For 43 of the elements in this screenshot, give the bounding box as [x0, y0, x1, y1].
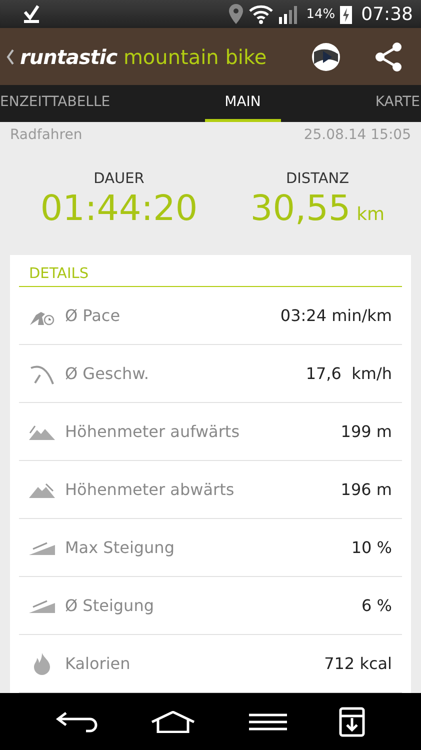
activity-type: Radfahren — [10, 127, 82, 143]
detail-value: 199 m — [340, 422, 392, 441]
detail-value: 03:24 min/km — [280, 306, 392, 325]
stat-value: 01:44:20 — [40, 189, 198, 229]
slope-icon — [29, 540, 55, 554]
home-icon[interactable] — [150, 710, 196, 732]
detail-label: Höhenmeter aufwärts — [65, 422, 241, 441]
detail-label: Kalorien — [65, 654, 132, 673]
speedometer-icon — [29, 362, 55, 384]
detail-value: 6 % — [362, 596, 392, 615]
detail-value: 17,6 km/h — [306, 364, 392, 383]
tab[interactable]: KARTE — [361, 85, 420, 122]
detail-label: Ø Pace — [65, 306, 122, 325]
wifi-icon — [248, 4, 274, 24]
detail-label: Höhenmeter abwärts — [65, 480, 236, 499]
detail-value: 712 kcal — [324, 654, 392, 673]
app-logo: runtastic mountain bike — [20, 44, 267, 68]
share-icon[interactable] — [375, 42, 403, 72]
detail-label: Ø Geschw. — [65, 364, 150, 383]
back-icon[interactable] — [6, 48, 14, 64]
location-icon — [229, 4, 244, 24]
activity-date: 25.08.14 15:05 — [304, 127, 411, 143]
stat-label: DAUER — [94, 171, 144, 187]
detail-label: Ø Steigung — [65, 596, 155, 615]
battery-percent: 14% — [306, 6, 336, 22]
battery-charging-icon — [340, 4, 352, 24]
back-nav-icon[interactable] — [56, 710, 98, 732]
mountain-up-icon — [29, 424, 55, 440]
tab[interactable]: MAIN — [204, 85, 281, 122]
play-badge-icon[interactable] — [311, 42, 341, 72]
detail-value: 196 m — [340, 480, 392, 499]
clock: 07:38 — [361, 4, 413, 24]
slope-icon — [29, 598, 55, 612]
mountain-down-icon — [29, 482, 55, 498]
detail-value: 10 % — [351, 538, 392, 557]
detail-label: Max Steigung — [65, 538, 176, 557]
menu-icon[interactable] — [248, 712, 287, 730]
details-heading: DETAILS — [19, 263, 402, 287]
download-done-icon — [22, 4, 42, 24]
stat-value: 30,55 km — [250, 189, 385, 229]
download-box-icon[interactable] — [338, 706, 365, 736]
tab[interactable]: ENZEITTABELLE — [0, 85, 124, 122]
stat-label: DISTANZ — [286, 171, 350, 187]
